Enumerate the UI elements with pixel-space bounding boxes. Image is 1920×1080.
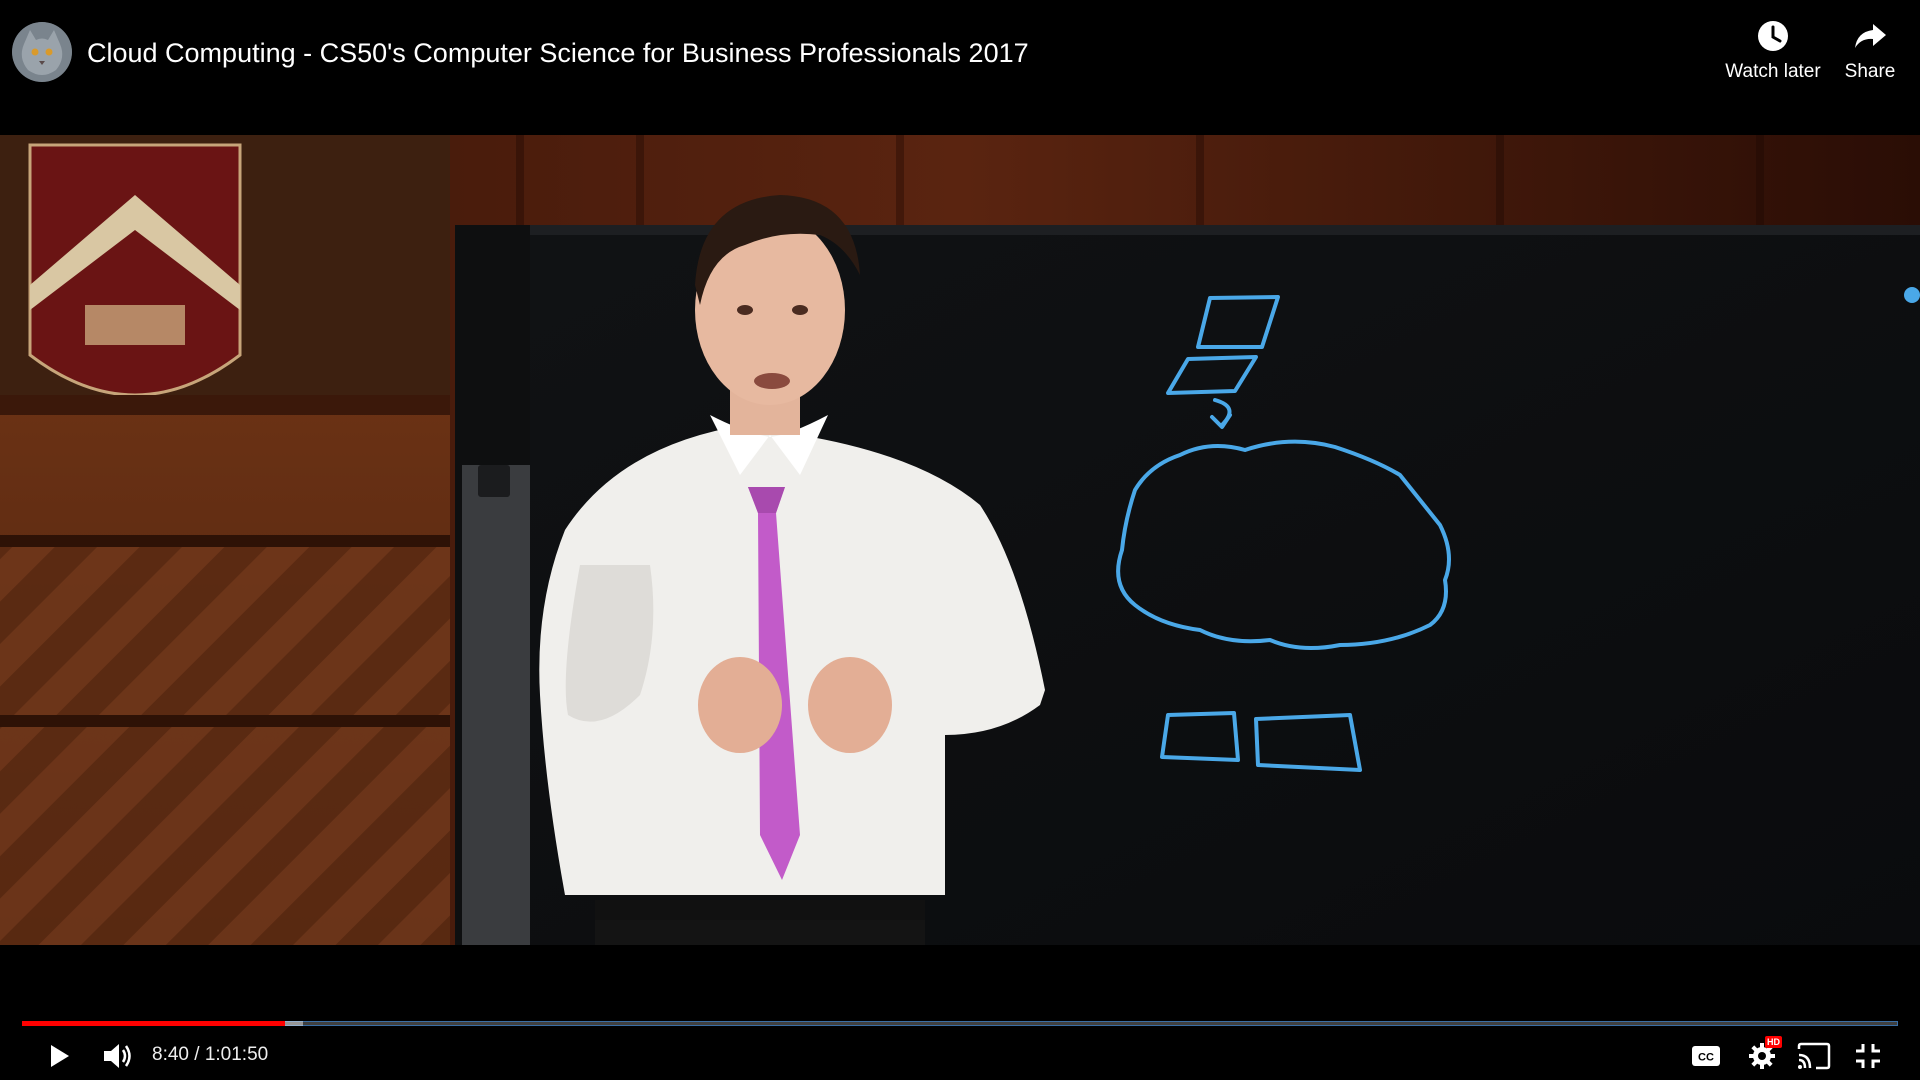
exit-fullscreen-button[interactable] bbox=[1846, 1034, 1890, 1078]
watch-later-button[interactable]: Watch later bbox=[1718, 16, 1828, 84]
watch-later-label: Watch later bbox=[1725, 61, 1821, 82]
volume-icon bbox=[104, 1044, 131, 1068]
mute-button[interactable] bbox=[96, 1034, 140, 1078]
settings-button[interactable]: HD bbox=[1740, 1034, 1784, 1078]
duration: 1:01:50 bbox=[204, 1044, 269, 1065]
progress-bar[interactable] bbox=[22, 1018, 1898, 1028]
share-label: Share bbox=[1844, 61, 1896, 82]
clock-icon bbox=[1753, 16, 1793, 56]
cat-avatar-icon bbox=[12, 22, 72, 82]
svg-text:CC: CC bbox=[1698, 1052, 1714, 1064]
video-player[interactable]: Cloud Computing - CS50's Computer Scienc… bbox=[0, 0, 1920, 1080]
time-display: 8:40 / 1:01:50 bbox=[152, 1042, 268, 1068]
cc-icon: CC bbox=[1692, 1046, 1720, 1066]
share-arrow-icon bbox=[1850, 16, 1890, 56]
progress-track bbox=[22, 1021, 1898, 1026]
video-title[interactable]: Cloud Computing - CS50's Computer Scienc… bbox=[87, 36, 1029, 70]
progress-played bbox=[22, 1021, 285, 1026]
cast-icon bbox=[1797, 1042, 1831, 1070]
share-button[interactable]: Share bbox=[1815, 16, 1920, 84]
time-separator: / bbox=[188, 1044, 205, 1065]
top-bar: Cloud Computing - CS50's Computer Scienc… bbox=[0, 0, 1920, 135]
play-button[interactable] bbox=[36, 1034, 80, 1078]
video-frame[interactable] bbox=[0, 135, 1920, 945]
exit-fullscreen-icon bbox=[1856, 1044, 1880, 1068]
video-scene bbox=[0, 135, 1920, 945]
channel-avatar[interactable] bbox=[12, 22, 72, 82]
current-time: 8:40 bbox=[152, 1044, 189, 1065]
play-icon bbox=[51, 1045, 69, 1067]
captions-button[interactable]: CC bbox=[1684, 1034, 1728, 1078]
hd-badge: HD bbox=[1765, 1036, 1782, 1048]
player-controls: 8:40 / 1:01:50 CC HD bbox=[0, 1030, 1920, 1080]
cast-button[interactable] bbox=[1792, 1034, 1836, 1078]
